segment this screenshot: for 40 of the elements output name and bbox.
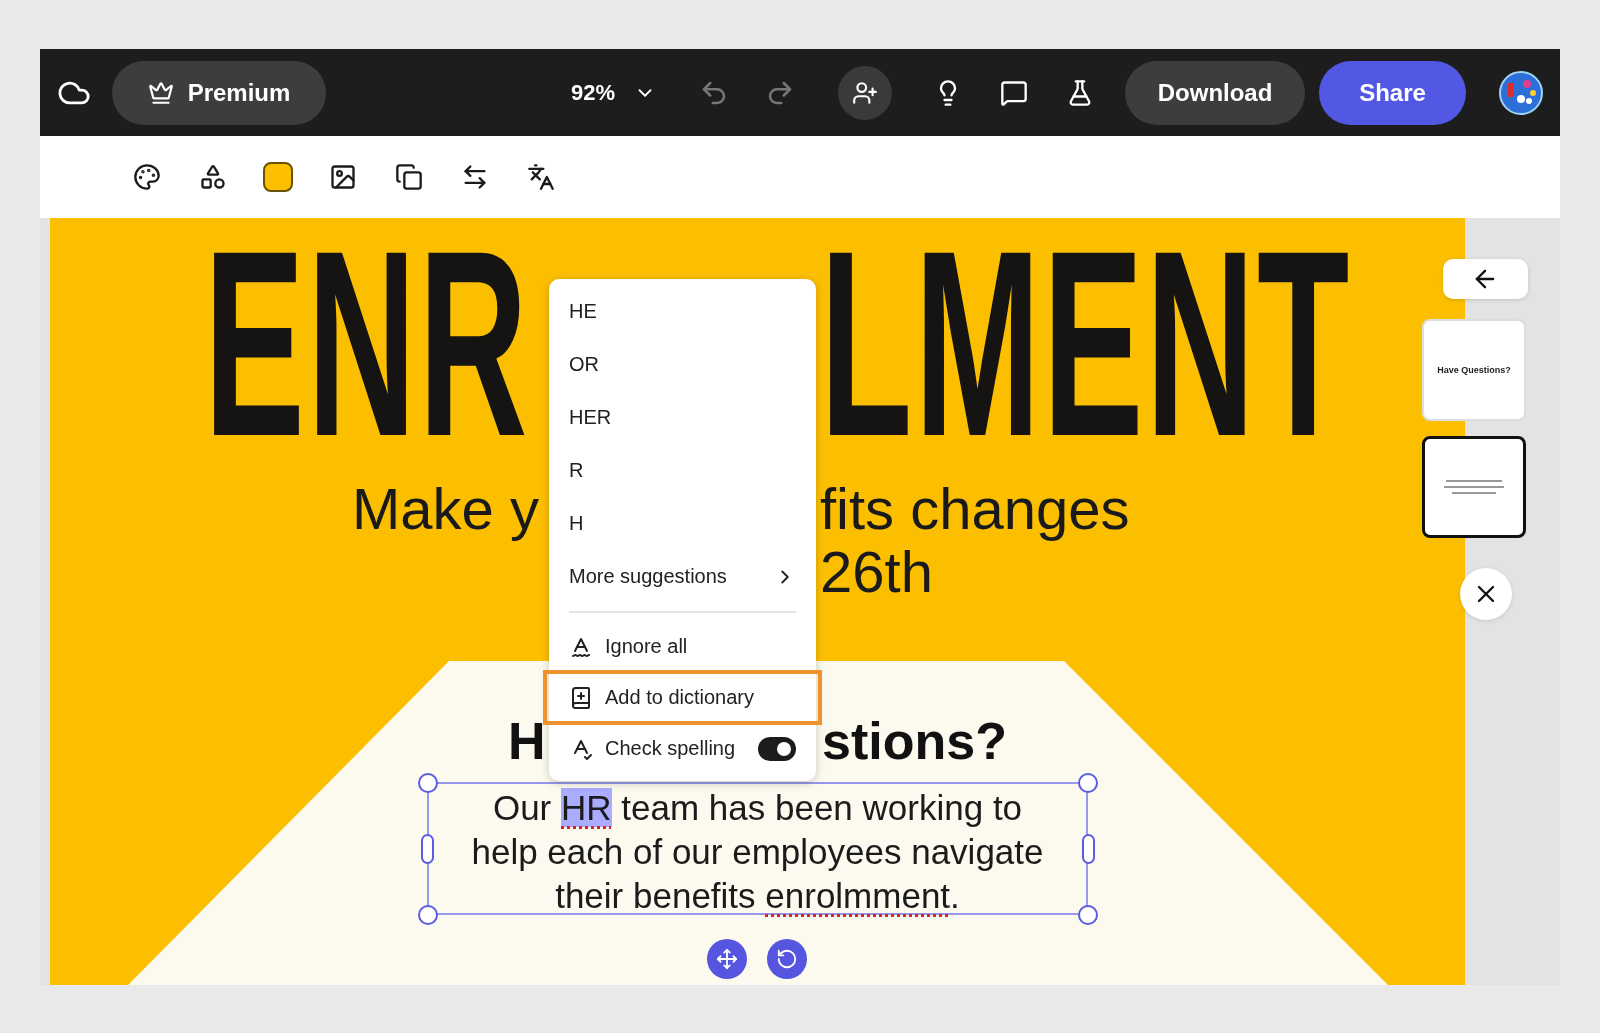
book-plus-icon — [569, 685, 593, 710]
move-icon — [716, 948, 738, 970]
page-thumbnail[interactable]: Have Questions? — [1422, 319, 1526, 421]
resize-handle[interactable] — [421, 834, 434, 864]
slide-title: LMENT — [820, 237, 1352, 449]
suggestion-item[interactable]: H — [549, 497, 816, 550]
share-button[interactable]: Share — [1319, 60, 1467, 125]
user-plus-icon — [852, 79, 879, 106]
premium-button[interactable]: Premium — [112, 60, 326, 125]
menu-item[interactable]: Ignore all — [549, 621, 816, 672]
translate-icon[interactable] — [525, 161, 557, 193]
suggestion-item[interactable]: R — [549, 444, 816, 497]
palette-icon[interactable] — [131, 161, 163, 193]
avatar-icon[interactable] — [1499, 70, 1544, 115]
rotate-icon — [776, 948, 798, 970]
suggestion-item[interactable]: OR — [549, 338, 816, 391]
suggestion-item[interactable]: HER — [549, 391, 816, 444]
slide-heading: stions? — [822, 715, 1007, 767]
fill-swatch[interactable] — [263, 162, 293, 192]
back-button[interactable] — [1442, 259, 1528, 299]
menu-label: Check spelling — [605, 737, 736, 760]
slide-title: ENR — [204, 237, 530, 449]
menu-label: Ignore all — [605, 635, 688, 658]
close-button[interactable] — [1460, 568, 1512, 620]
copy-icon[interactable] — [393, 161, 425, 193]
text-lines-icon — [1444, 479, 1504, 495]
crown-icon — [147, 79, 174, 106]
menu-item[interactable]: Add to dictionary — [545, 672, 820, 723]
slide-heading: H — [508, 715, 546, 767]
toggle-switch[interactable] — [758, 736, 796, 761]
page-thumbnail[interactable] — [1422, 436, 1526, 538]
menu-label: Add to dictionary — [605, 686, 754, 709]
suggestion-item[interactable]: HE — [549, 285, 816, 338]
resize-handle[interactable] — [1082, 834, 1095, 864]
slide-subtitle: 26th — [820, 543, 933, 601]
more-suggestions-item[interactable]: More suggestions — [549, 550, 816, 603]
download-button[interactable]: Download — [1125, 60, 1306, 125]
check-spelling-item[interactable]: Check spelling — [549, 723, 816, 774]
menu-label: More suggestions — [569, 565, 727, 588]
zoom-level[interactable]: 92% — [571, 79, 616, 106]
